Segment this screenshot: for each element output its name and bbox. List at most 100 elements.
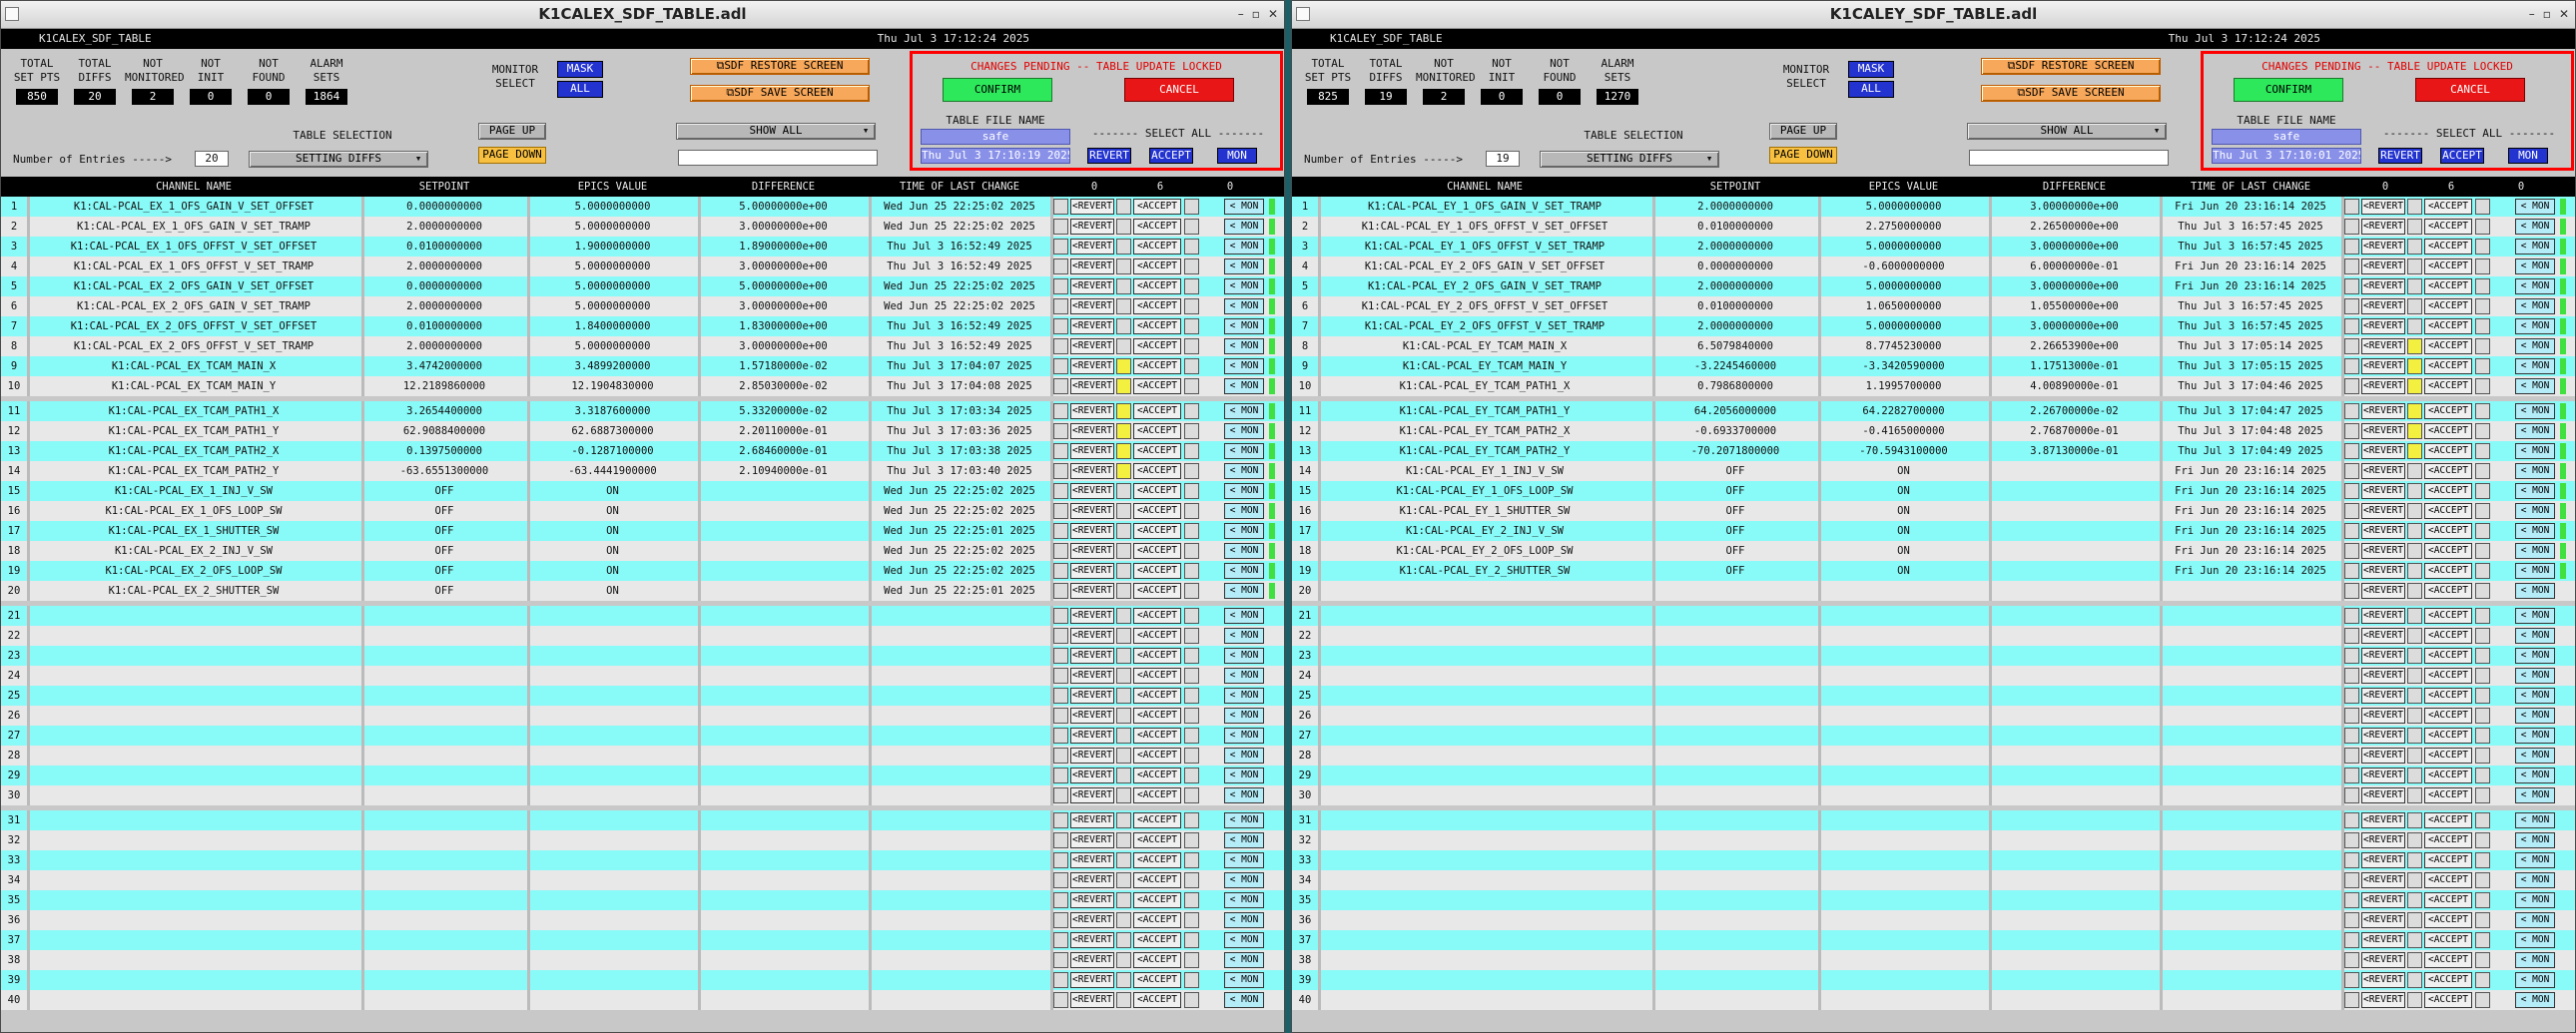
mon-button[interactable]: < MON — [1224, 892, 1264, 908]
revert-button[interactable]: <REVERT — [1070, 932, 1114, 948]
revert-button[interactable]: <REVERT — [2361, 318, 2405, 334]
accept-button[interactable]: <ACCEPT — [1133, 443, 1181, 459]
accept-checkbox[interactable] — [1116, 608, 1131, 624]
accept-checkbox[interactable] — [1116, 443, 1131, 459]
accept-button[interactable]: <ACCEPT — [2424, 563, 2472, 579]
mon-button[interactable]: < MON — [2515, 403, 2555, 419]
revert-button[interactable]: <REVERT — [2361, 912, 2405, 928]
mon-button[interactable]: < MON — [1224, 932, 1264, 948]
accept-checkbox[interactable] — [1116, 483, 1131, 499]
revert-button[interactable]: <REVERT — [2361, 199, 2405, 215]
accept-button[interactable]: <ACCEPT — [1133, 199, 1181, 215]
select-checkbox[interactable] — [1053, 318, 1068, 334]
accept-checkbox[interactable] — [1116, 543, 1131, 559]
sdf-save-screen-button[interactable]: ⧉SDF SAVE SCREEN — [1981, 85, 2161, 102]
revert-button[interactable]: <REVERT — [1070, 892, 1114, 908]
accept-checkbox[interactable] — [2407, 952, 2422, 968]
mon-button[interactable]: < MON — [1224, 423, 1264, 439]
select-checkbox[interactable] — [2344, 523, 2359, 539]
accept-button[interactable]: <ACCEPT — [1133, 403, 1181, 419]
accept-checkbox[interactable] — [1116, 219, 1131, 235]
accept-button[interactable]: <ACCEPT — [2424, 992, 2472, 1008]
accept-checkbox[interactable] — [1116, 768, 1131, 783]
mon-checkbox[interactable] — [2475, 338, 2490, 354]
mon-checkbox[interactable] — [2475, 768, 2490, 783]
accept-checkbox[interactable] — [2407, 423, 2422, 439]
mon-button[interactable]: < MON — [1224, 563, 1264, 579]
revert-button[interactable]: <REVERT — [2361, 358, 2405, 374]
accept-checkbox[interactable] — [2407, 708, 2422, 724]
select-checkbox[interactable] — [1053, 688, 1068, 704]
accept-button[interactable]: <ACCEPT — [1133, 952, 1181, 968]
mon-button[interactable]: < MON — [2515, 318, 2555, 334]
select-checkbox[interactable] — [1053, 219, 1068, 235]
mon-button[interactable]: < MON — [1224, 278, 1264, 294]
mon-checkbox[interactable] — [1184, 523, 1199, 539]
mon-button[interactable]: < MON — [2515, 932, 2555, 948]
mon-button[interactable]: < MON — [1224, 199, 1264, 215]
accept-button[interactable]: <ACCEPT — [1133, 708, 1181, 724]
select-checkbox[interactable] — [1053, 483, 1068, 499]
revert-button[interactable]: <REVERT — [1070, 503, 1114, 519]
accept-checkbox[interactable] — [1116, 423, 1131, 439]
select-checkbox[interactable] — [2344, 648, 2359, 664]
mon-button[interactable]: < MON — [2515, 423, 2555, 439]
accept-checkbox[interactable] — [1116, 503, 1131, 519]
accept-checkbox[interactable] — [1116, 378, 1131, 394]
accept-button[interactable]: <ACCEPT — [2424, 668, 2472, 684]
revert-button[interactable]: <REVERT — [2361, 503, 2405, 519]
maximize-icon[interactable]: ▫ — [2543, 7, 2551, 21]
revert-button[interactable]: <REVERT — [2361, 628, 2405, 644]
mon-checkbox[interactable] — [2475, 463, 2490, 479]
setting-diffs-dropdown[interactable]: SETTING DIFFS — [1540, 151, 1719, 168]
accept-checkbox[interactable] — [2407, 992, 2422, 1008]
mon-button[interactable]: < MON — [1224, 768, 1264, 783]
maximize-icon[interactable]: ▫ — [1252, 7, 1260, 21]
accept-checkbox[interactable] — [1116, 992, 1131, 1008]
mon-checkbox[interactable] — [1184, 583, 1199, 599]
minimize-icon[interactable]: – — [2529, 7, 2535, 21]
accept-button[interactable]: <ACCEPT — [2424, 892, 2472, 908]
accept-button[interactable]: <ACCEPT — [2424, 852, 2472, 868]
mon-button[interactable]: < MON — [2515, 952, 2555, 968]
revert-button[interactable]: <REVERT — [1070, 708, 1114, 724]
accept-checkbox[interactable] — [2407, 852, 2422, 868]
accept-checkbox[interactable] — [2407, 872, 2422, 888]
select-checkbox[interactable] — [1053, 503, 1068, 519]
page-down-button[interactable]: PAGE DOWN — [1769, 147, 1837, 164]
accept-button[interactable]: <ACCEPT — [1133, 892, 1181, 908]
accept-checkbox[interactable] — [1116, 298, 1131, 314]
mon-checkbox[interactable] — [1184, 483, 1199, 499]
select-checkbox[interactable] — [2344, 443, 2359, 459]
revert-button[interactable]: <REVERT — [1070, 972, 1114, 988]
mon-checkbox[interactable] — [2475, 952, 2490, 968]
mon-checkbox[interactable] — [1184, 503, 1199, 519]
mon-button[interactable]: < MON — [2515, 768, 2555, 783]
select-checkbox[interactable] — [1053, 852, 1068, 868]
mon-button[interactable]: < MON — [2515, 199, 2555, 215]
select-checkbox[interactable] — [2344, 992, 2359, 1008]
select-checkbox[interactable] — [2344, 503, 2359, 519]
select-checkbox[interactable] — [2344, 298, 2359, 314]
mon-button[interactable]: < MON — [1224, 378, 1264, 394]
mon-checkbox[interactable] — [1184, 992, 1199, 1008]
accept-button[interactable]: <ACCEPT — [1133, 503, 1181, 519]
select-checkbox[interactable] — [2344, 852, 2359, 868]
select-checkbox[interactable] — [1053, 563, 1068, 579]
select-checkbox[interactable] — [1053, 648, 1068, 664]
select-checkbox[interactable] — [2344, 912, 2359, 928]
accept-button[interactable]: <ACCEPT — [2424, 872, 2472, 888]
accept-checkbox[interactable] — [2407, 583, 2422, 599]
accept-button[interactable]: <ACCEPT — [2424, 543, 2472, 559]
mon-checkbox[interactable] — [1184, 688, 1199, 704]
mon-button[interactable]: < MON — [1224, 443, 1264, 459]
mon-checkbox[interactable] — [1184, 443, 1199, 459]
accept-checkbox[interactable] — [2407, 543, 2422, 559]
select-checkbox[interactable] — [2344, 628, 2359, 644]
accept-checkbox[interactable] — [1116, 892, 1131, 908]
select-checkbox[interactable] — [2344, 378, 2359, 394]
revert-button[interactable]: <REVERT — [1070, 952, 1114, 968]
mon-checkbox[interactable] — [1184, 952, 1199, 968]
mask-button[interactable]: MASK — [557, 61, 603, 78]
accept-checkbox[interactable] — [2407, 358, 2422, 374]
